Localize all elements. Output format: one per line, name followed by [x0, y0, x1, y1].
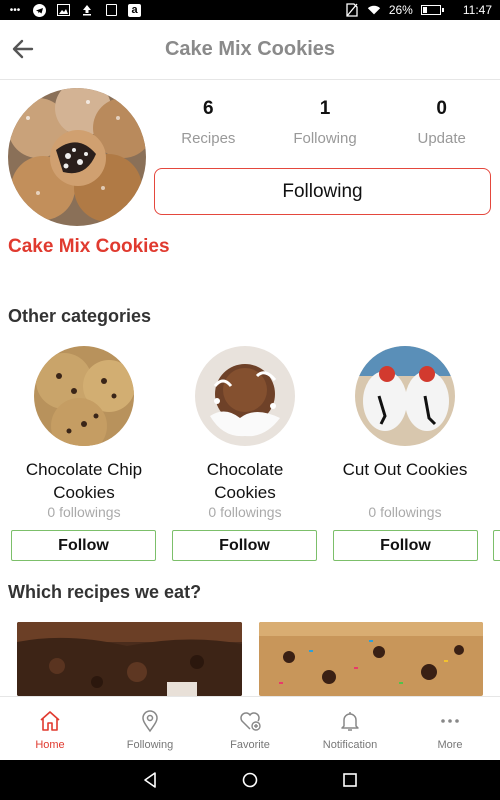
follow-button[interactable]: Follow	[172, 530, 317, 561]
stat-value: 0	[436, 98, 447, 119]
stat-label: Recipes	[181, 130, 236, 147]
category-card-cut-out[interactable]: Cut Out Cookies 0 followings	[325, 344, 485, 520]
recipe-card[interactable]	[259, 622, 483, 696]
home-icon	[40, 711, 60, 731]
page-title: Cake Mix Cookies	[164, 38, 336, 60]
battery-percent: 26%	[388, 3, 413, 17]
system-recents-icon[interactable]	[341, 771, 359, 789]
nav-label: More	[437, 739, 463, 751]
recipe-card[interactable]	[17, 622, 242, 696]
category-card-chocolate[interactable]: Chocolate Cookies 0 followings	[165, 344, 325, 520]
amazon-icon: a	[128, 3, 141, 17]
nav-notification[interactable]: Notification	[300, 697, 400, 760]
follow-button[interactable]: Follow	[333, 530, 478, 561]
stat-value: 1	[319, 98, 331, 119]
category-name-line1: Chocolate	[206, 460, 284, 479]
overflow-dots-icon: •••	[9, 4, 21, 16]
telegram-icon	[32, 3, 46, 17]
battery-icon	[420, 5, 444, 15]
system-navigation-bar	[0, 760, 500, 800]
nav-home[interactable]: Home	[0, 697, 100, 760]
nav-label: Favorite	[230, 739, 270, 751]
category-name-line1: Chocolate Chip	[25, 460, 143, 479]
nav-favorite[interactable]: Favorite	[200, 697, 300, 760]
image-icon	[56, 3, 70, 17]
stat-label: Update	[417, 130, 466, 147]
category-name: Chocolate Cookies	[165, 458, 325, 504]
heart-plus-icon	[240, 712, 261, 731]
follow-button[interactable]: Follow	[11, 530, 156, 561]
category-followings: 0 followings	[208, 504, 282, 520]
stat-recipes[interactable]: 6 Recipes	[150, 98, 267, 147]
no-sim-icon	[345, 3, 359, 17]
category-name-line2: Cookies	[53, 483, 115, 502]
bottom-navigation: Home Following Favorite Notification Mor…	[0, 696, 500, 760]
category-followings: 0 followings	[47, 504, 121, 520]
stat-label: Following	[293, 130, 357, 147]
location-pin-icon	[142, 710, 158, 733]
clock: 11:47	[462, 3, 492, 17]
category-card-chocolate-chip[interactable]: Chocolate Chip Cookies 0 followings	[4, 344, 164, 520]
category-image	[355, 346, 455, 446]
nav-label: Notification	[322, 739, 378, 751]
category-name-line1: Cut Out Cookies	[342, 460, 468, 479]
category-name: Cut Out Cookies	[325, 458, 485, 504]
recipe-image	[259, 622, 483, 696]
nav-label: Following	[126, 739, 174, 751]
following-button[interactable]: Following	[154, 168, 491, 215]
system-home-icon[interactable]	[241, 771, 259, 789]
other-categories-heading: Other categories	[8, 306, 152, 326]
profile-stats: 6 Recipes 1 Following 0 Update	[150, 98, 500, 147]
category-avatar	[8, 88, 146, 226]
stat-following[interactable]: 1 Following	[267, 98, 384, 147]
category-image	[195, 346, 295, 446]
category-followings: 0 followings	[368, 504, 442, 520]
more-dots-icon	[441, 719, 459, 723]
categories-carousel[interactable]: Chocolate Chip Cookies 0 followings Choc…	[0, 344, 500, 564]
wifi-icon	[367, 3, 381, 17]
app-header: Cake Mix Cookies	[0, 20, 500, 80]
recipe-image	[17, 622, 242, 696]
follow-button-partial[interactable]	[493, 530, 500, 561]
nav-label: Home	[35, 739, 65, 751]
stat-value: 6	[203, 98, 214, 119]
nav-following[interactable]: Following	[100, 697, 200, 760]
download-box-icon	[104, 3, 118, 17]
category-name: Chocolate Chip Cookies	[4, 458, 164, 504]
status-bar: ••• a 26% 11:47	[0, 0, 500, 20]
profile-name: Cake Mix Cookies	[8, 236, 170, 257]
recipes-heading: Which recipes we eat?	[8, 582, 202, 602]
stat-update[interactable]: 0 Update	[383, 98, 500, 147]
bell-icon	[341, 712, 359, 731]
back-arrow-icon[interactable]	[10, 36, 36, 62]
nav-more[interactable]: More	[400, 697, 500, 760]
upload-icon	[80, 3, 94, 17]
category-image	[34, 346, 134, 446]
category-name-line2: Cookies	[214, 483, 276, 502]
system-back-icon[interactable]	[141, 771, 159, 789]
